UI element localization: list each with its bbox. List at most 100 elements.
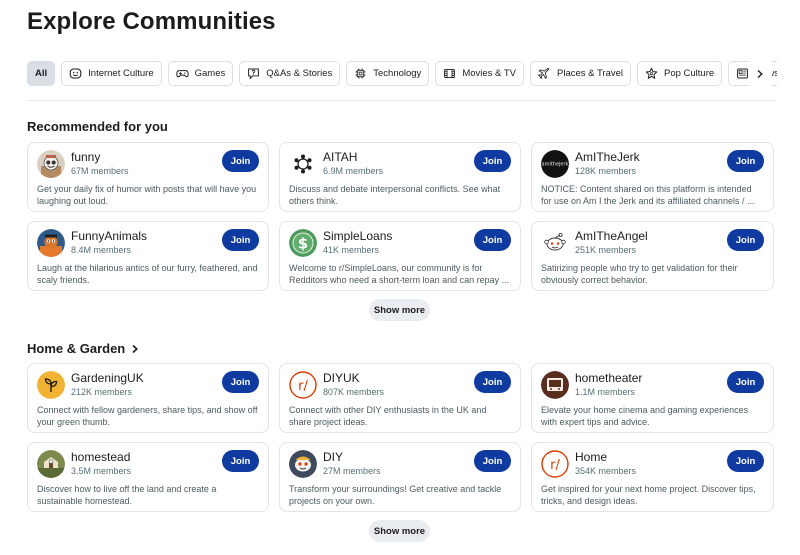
join-button[interactable]: Join [222, 150, 259, 172]
join-button[interactable]: Join [727, 150, 764, 172]
chip-icon [355, 68, 366, 79]
show-more-button[interactable]: Show more [369, 520, 430, 542]
member-count: 8.4M members [71, 245, 132, 255]
svg-text:r/: r/ [298, 379, 308, 394]
filter-chip-label: Internet Culture [88, 68, 154, 79]
amithejerk-logo-icon: amithejerk [541, 150, 569, 178]
member-count: 41K members [323, 245, 380, 255]
community-card-hometheater[interactable]: hometheater 1.1M members Join Elevate yo… [531, 363, 774, 433]
join-button[interactable]: Join [474, 371, 511, 393]
filter-chip-label: Games [194, 68, 226, 79]
community-card-diy[interactable]: DIY 27M members Join Transform your surr… [279, 442, 521, 512]
community-card-aitah[interactable]: AITAH 6.9M members Join Discuss and deba… [279, 142, 521, 212]
chevron-right-icon [132, 344, 139, 353]
page-title: Explore Communities [27, 8, 276, 35]
join-button[interactable]: Join [222, 450, 259, 472]
join-button[interactable]: Join [474, 229, 511, 251]
filter-chip-movies-tv[interactable]: Movies & TV [435, 61, 524, 86]
section-title-home-garden[interactable]: Home & Garden [27, 341, 140, 356]
category-filter-bar: All Internet Culture Games Q&As & Storie… [27, 61, 777, 87]
community-description: Connect with other DIY enthusiasts in th… [289, 405, 487, 427]
homestead-photo-icon [37, 450, 65, 478]
member-count: 251K members [575, 245, 637, 255]
join-button[interactable]: Join [727, 450, 764, 472]
join-button[interactable]: Join [727, 371, 764, 393]
community-card-amitheangel[interactable]: AmITheAngel 251K members Join Satirizing… [531, 221, 774, 291]
join-button[interactable]: Join [222, 371, 259, 393]
community-card-gardeninguk[interactable]: GardeningUK 212K members Join Connect wi… [27, 363, 269, 433]
join-button[interactable]: Join [474, 450, 511, 472]
show-more-button[interactable]: Show more [369, 299, 430, 321]
community-description: Get your daily fix of humor with posts t… [37, 184, 257, 206]
diy-snoo-icon [289, 450, 317, 478]
section-title-recommended: Recommended for you [27, 119, 168, 134]
member-count: 212K members [71, 387, 133, 397]
community-card-simpleloans[interactable]: $ SimpleLoans 41K members Join Welcome t… [279, 221, 521, 291]
community-description: Connect with fellow gardeners, share tip… [37, 405, 258, 427]
community-avatar [289, 150, 317, 178]
community-name: AITAH [323, 150, 358, 164]
community-description: Get inspired for your next home project.… [541, 484, 756, 506]
scroll-right-button[interactable] [748, 61, 772, 87]
filter-chip-games[interactable]: Games [167, 61, 234, 86]
svg-text:r/: r/ [550, 458, 560, 473]
community-avatar [37, 450, 65, 478]
filter-chip-all[interactable]: All [27, 61, 56, 86]
community-name: SimpleLoans [323, 229, 393, 243]
member-count: 3.5M members [71, 466, 132, 476]
community-avatar: r/ [289, 371, 317, 399]
filter-chip-label: Q&As & Stories [266, 68, 333, 79]
community-name: homestead [71, 450, 131, 464]
member-count: 807K members [323, 387, 385, 397]
community-name: AmITheJerk [575, 150, 640, 164]
community-card-home[interactable]: r/ Home 354K members Join Get inspired f… [531, 442, 774, 512]
home-garden-grid: GardeningUK 212K members Join Connect wi… [27, 363, 774, 512]
divider [27, 100, 776, 101]
member-count: 128K members [575, 166, 637, 176]
community-avatar: $ [289, 229, 317, 257]
smile-icon [69, 68, 82, 79]
community-description: Elevate your home cinema and gaming expe… [541, 405, 749, 427]
community-card-diyuk[interactable]: r/ DIYUK 807K members Join Connect with … [279, 363, 521, 433]
community-description: NOTICE: Content shared on this platform … [541, 184, 755, 206]
community-card-amithejerk[interactable]: amithejerk AmITheJerk 128K members Join … [531, 142, 774, 212]
plane-icon [538, 67, 550, 79]
funny-snoo-icon [37, 150, 65, 178]
community-card-funny[interactable]: funny 67M members Join Get your daily fi… [27, 142, 269, 212]
svg-text:amithejerk: amithejerk [542, 162, 569, 168]
filter-chip-places-travel[interactable]: Places & Travel [530, 61, 631, 86]
community-name: DIYUK [323, 371, 360, 385]
join-button[interactable]: Join [474, 150, 511, 172]
filter-chip-internet-culture[interactable]: Internet Culture [61, 61, 162, 86]
question-bubble-icon [248, 68, 260, 80]
funnyanimals-icon [37, 229, 65, 257]
join-button[interactable]: Join [727, 229, 764, 251]
subreddit-r-icon: r/ [289, 371, 317, 399]
home-theater-icon [541, 371, 569, 399]
filter-chip-pop-culture[interactable]: Pop Culture [637, 61, 723, 86]
join-button[interactable]: Join [222, 229, 259, 251]
community-description: Transform your surroundings! Get creativ… [289, 484, 502, 506]
community-card-homestead[interactable]: homestead 3.5M members Join Discover how… [27, 442, 269, 512]
film-icon [444, 68, 456, 79]
filter-chip-technology[interactable]: Technology [346, 61, 430, 86]
member-count: 6.9M members [323, 166, 384, 176]
member-count: 1.1M members [575, 387, 636, 397]
filter-chip-label: All [35, 68, 48, 79]
member-count: 354K members [575, 466, 637, 476]
subreddit-r-icon: r/ [541, 450, 569, 478]
community-description: Discover how to live off the land and cr… [37, 484, 217, 506]
community-name: funny [71, 150, 101, 164]
filter-chip-qas-stories[interactable]: Q&As & Stories [239, 61, 341, 86]
community-avatar [289, 450, 317, 478]
community-description: Laugh at the hilarious antics of our fur… [37, 263, 258, 285]
community-name: hometheater [575, 371, 643, 385]
community-name: AmITheAngel [575, 229, 648, 243]
community-avatar: amithejerk [541, 150, 569, 178]
svg-text:$: $ [298, 235, 308, 253]
community-name: DIY [323, 450, 344, 464]
star-icon [645, 67, 658, 79]
community-card-funnyanimals[interactable]: FunnyAnimals 8.4M members Join Laugh at … [27, 221, 269, 291]
community-description: Welcome to r/SimpleLoans, our community … [289, 263, 510, 285]
community-name: FunnyAnimals [71, 229, 148, 243]
